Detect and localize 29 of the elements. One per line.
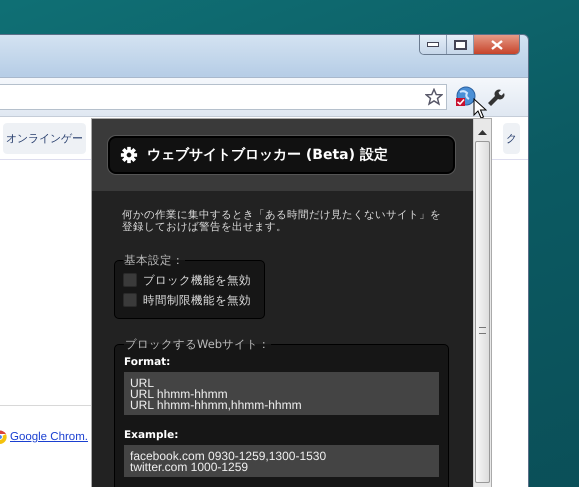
example-line: facebook.com 0930-1259,1300-1530	[130, 451, 328, 462]
close-icon	[490, 40, 504, 50]
popup-title: ウェブサイトブロッカー (Beta) 設定	[147, 146, 388, 164]
checkbox-label: ブロック機能を無効	[143, 272, 251, 288]
format-line: URL	[130, 378, 156, 389]
star-icon[interactable]	[425, 88, 443, 106]
checkbox[interactable]	[123, 293, 137, 307]
scrollbar-thumb[interactable]	[475, 141, 490, 483]
format-label: Format:	[124, 356, 172, 368]
bookmark-item[interactable]: ク	[503, 122, 520, 154]
checkbox-label: 時間制限機能を無効	[143, 292, 251, 308]
example-label: Example:	[124, 429, 180, 441]
scroll-up-icon[interactable]	[478, 129, 487, 135]
group-legend: 基本設定：	[123, 253, 185, 268]
description-text: 何かの作業に集中するとき「ある時間だけ見たくないサイト」を 登録しておけば警告を出せます。	[122, 209, 442, 233]
close-button[interactable]	[474, 35, 519, 54]
gear-icon	[120, 146, 138, 164]
format-line: URL hhmm-hhmm	[130, 389, 228, 400]
checkbox[interactable]	[123, 273, 137, 287]
globe-check-icon[interactable]	[453, 85, 477, 109]
bookmark-item[interactable]: オンラインゲー	[3, 122, 86, 154]
format-line: URL hhmm-hhmm,hhmm-hhmm	[130, 400, 303, 411]
address-field[interactable]	[0, 84, 447, 110]
example-line: twitter.com 1000-1259	[130, 462, 248, 473]
scrollbar[interactable]	[473, 119, 491, 487]
group-legend: ブロックするWebサイト：	[124, 337, 272, 352]
minimize-button[interactable]	[420, 35, 447, 54]
page-link[interactable]: Google Chrom.	[10, 431, 88, 443]
maximize-button[interactable]	[447, 35, 474, 54]
